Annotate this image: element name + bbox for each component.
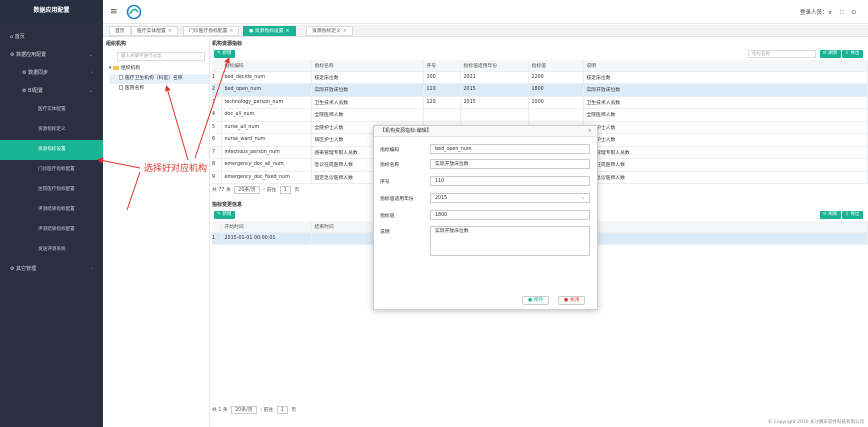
annotation-arrows	[97, 57, 230, 211]
annotation-text: 选择好对应机构	[144, 164, 208, 174]
copyright: © Copyright 2016 长沙赛乐软件科技有限公司	[767, 420, 864, 425]
